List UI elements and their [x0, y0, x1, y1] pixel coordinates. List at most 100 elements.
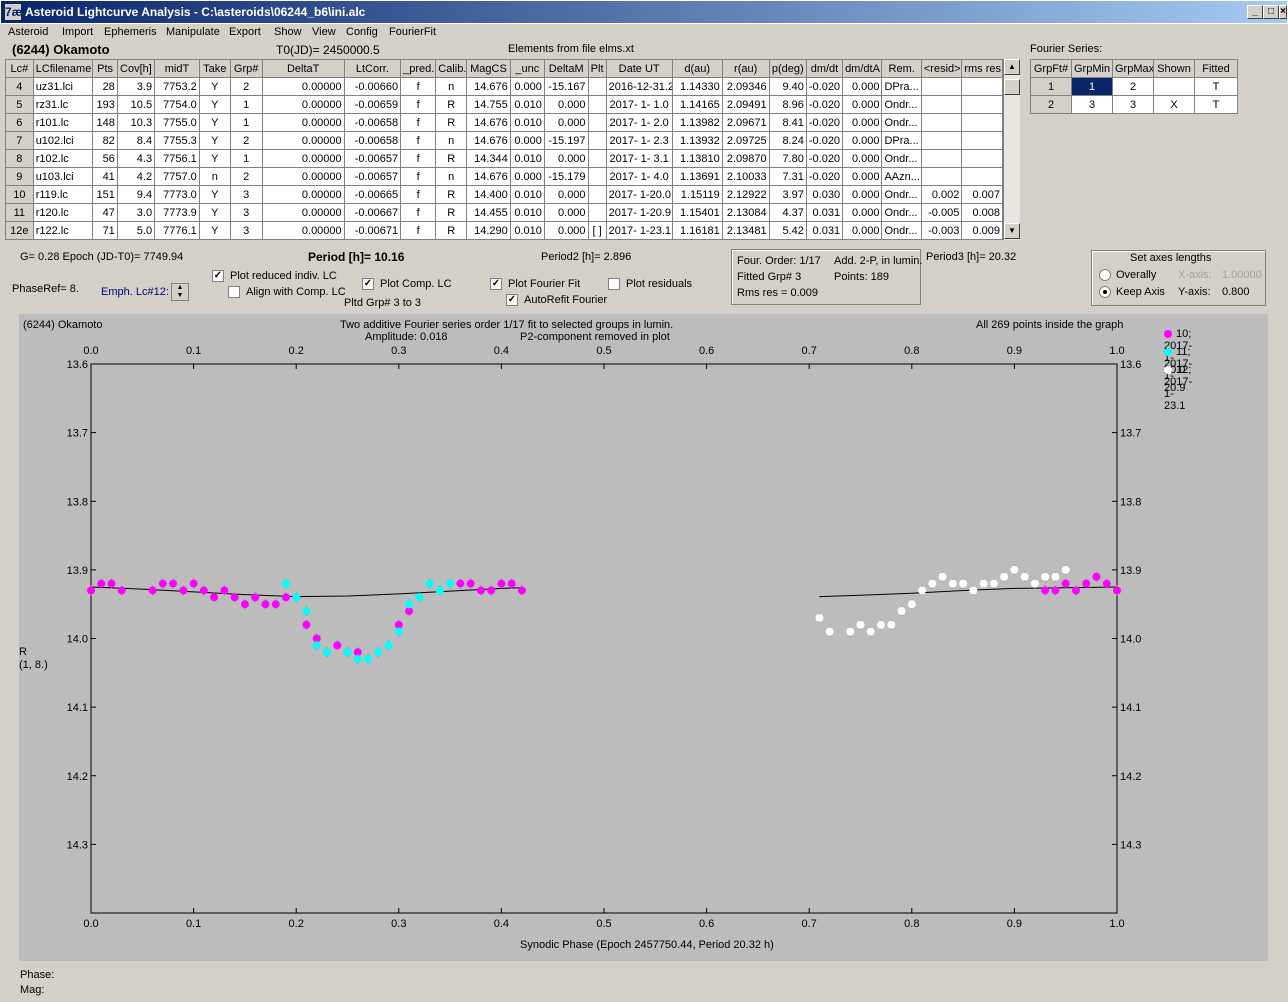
table-cell[interactable]: 1.13982 [671, 113, 723, 132]
table-cell[interactable]: 14.676 [466, 113, 511, 132]
table-cell[interactable]: n [435, 77, 468, 96]
row-header[interactable]: 4 [5, 77, 34, 96]
overally-radio[interactable] [1099, 269, 1111, 281]
table-cell[interactable]: 2 [229, 131, 263, 150]
column-header[interactable]: Lc# [5, 59, 34, 78]
table-cell[interactable]: n [435, 167, 468, 186]
table-cell[interactable]: 7756.1 [154, 149, 200, 168]
table-cell[interactable]: DPra... [881, 131, 922, 150]
table-cell[interactable]: 10.3 [116, 113, 156, 132]
table-cell[interactable]: 0.00000 [261, 113, 345, 132]
table-cell[interactable]: 2016-12-31.2 [605, 77, 673, 96]
menu-export[interactable]: Export [229, 26, 261, 38]
table-cell[interactable]: r120.lc [32, 203, 94, 222]
table-cell[interactable]: 2.13084 [721, 203, 770, 222]
table-cell[interactable]: Y [198, 131, 231, 150]
table-cell[interactable]: 2.12922 [721, 185, 770, 204]
table-cell[interactable]: n [435, 131, 468, 150]
menu-config[interactable]: Config [346, 26, 378, 38]
table-cell[interactable]: -0.005 [920, 203, 963, 222]
table-cell[interactable]: 1.14330 [671, 77, 723, 96]
table-cell[interactable]: 2017- 1-23.1 [605, 221, 673, 240]
table-cell[interactable]: -0.00658 [343, 113, 402, 132]
table-cell[interactable]: uz31.lci [32, 77, 94, 96]
table-cell[interactable] [587, 131, 607, 150]
table-cell[interactable] [587, 95, 607, 114]
table-cell[interactable]: Ondr... [881, 221, 922, 240]
table-cell[interactable]: 1.16181 [671, 221, 723, 240]
menu-fourierfit[interactable]: FourierFit [389, 26, 436, 38]
table-cell[interactable]: Y [198, 149, 231, 168]
table-cell[interactable]: 0.000 [509, 131, 545, 150]
table-cell[interactable]: 2.09491 [721, 95, 770, 114]
table-cell[interactable]: 4.37 [768, 203, 807, 222]
table-cell[interactable]: -15.179 [543, 167, 589, 186]
table-cell[interactable]: rz31.lc [32, 95, 94, 114]
column-header[interactable]: p(deg) [768, 59, 807, 78]
column-header[interactable]: <resid> [920, 59, 963, 78]
column-header[interactable]: d(au) [671, 59, 723, 78]
table-cell[interactable]: 0.00000 [261, 167, 345, 186]
table-cell[interactable]: 9.4 [116, 185, 156, 204]
table-cell[interactable]: n [198, 167, 231, 186]
table-cell[interactable]: 7.80 [768, 149, 807, 168]
table-cell[interactable]: Y [198, 203, 231, 222]
table-cell[interactable]: 71 [92, 221, 118, 240]
table-cell[interactable]: 0.000 [543, 221, 589, 240]
table-cell[interactable]: R [435, 113, 468, 132]
menu-show[interactable]: Show [274, 26, 302, 38]
table-cell[interactable]: 0.000 [842, 203, 883, 222]
table-cell[interactable]: R [435, 95, 468, 114]
scroll-up-icon[interactable]: ▲ [1004, 59, 1020, 75]
table-cell[interactable]: 1.13691 [671, 167, 723, 186]
column-header[interactable]: Take [198, 59, 231, 78]
fourier-table[interactable]: GrpFt# GrpMin GrpMax Shown Fitted 1 1 2 T 2 3 3 X T [1030, 59, 1238, 114]
menu-import[interactable]: Import [62, 26, 93, 38]
table-cell[interactable]: 2 [229, 167, 263, 186]
table-cell[interactable]: 14.676 [466, 77, 511, 96]
table-cell[interactable] [961, 77, 1003, 96]
table-cell[interactable]: 3.0 [116, 203, 156, 222]
column-header[interactable]: dm/dt [805, 59, 844, 78]
table-row[interactable]: 6 r101.lc 148 10.3 7755.0 Y 1 0.00000 -0.00658 f R… [5, 113, 1003, 132]
close-button[interactable]: × [1279, 5, 1287, 19]
table-cell[interactable]: 0.000 [509, 77, 545, 96]
table-cell[interactable]: 8.24 [768, 131, 807, 150]
table-cell[interactable]: 0.000 [543, 113, 589, 132]
table-cell[interactable]: 0.000 [842, 149, 883, 168]
column-header[interactable]: Cov[h] [116, 59, 156, 78]
table-cell[interactable]: 82 [92, 131, 118, 150]
table-cell[interactable]: f [400, 95, 437, 114]
table-cell[interactable]: r119.lc [32, 185, 94, 204]
table-row[interactable]: 4 uz31.lci 28 3.9 7753.2 Y 2 0.00000 -0.00660 f n 1… [5, 77, 1003, 96]
table-cell[interactable]: 3 [229, 221, 263, 240]
table-cell[interactable]: 0.010 [509, 185, 545, 204]
table-cell[interactable]: Y [198, 113, 231, 132]
table-cell[interactable]: -0.020 [805, 77, 844, 96]
table-cell[interactable]: 7755.0 [154, 113, 200, 132]
table-cell[interactable]: -0.020 [805, 95, 844, 114]
table-cell[interactable]: 0.000 [543, 185, 589, 204]
table-cell[interactable]: 0.00000 [261, 185, 345, 204]
table-cell[interactable]: 0.00000 [261, 77, 345, 96]
table-cell[interactable]: 0.002 [920, 185, 963, 204]
table-cell[interactable]: 1 [229, 113, 263, 132]
table-cell[interactable]: Y [198, 95, 231, 114]
table-cell[interactable]: 0.00000 [261, 95, 345, 114]
table-cell[interactable]: f [400, 185, 437, 204]
table-cell[interactable]: 8.4 [116, 131, 156, 150]
column-header[interactable]: Pts [92, 59, 118, 78]
row-header[interactable]: 12e [5, 221, 34, 240]
table-cell[interactable]: 0.010 [509, 149, 545, 168]
table-cell[interactable]: -0.020 [805, 167, 844, 186]
table-cell[interactable]: R [435, 203, 468, 222]
table-cell[interactable]: 2.13481 [721, 221, 770, 240]
lightcurve-table[interactable]: Lc# LCfilename Pts Cov[h] midT Take Grp# DeltaT… [5, 59, 1003, 240]
table-cell[interactable]: -0.00657 [343, 167, 402, 186]
maximize-button[interactable]: □ [1263, 5, 1279, 19]
row-header[interactable]: 9 [5, 167, 34, 186]
table-row[interactable]: 233XT [1030, 95, 1238, 114]
table-cell[interactable]: X [1153, 95, 1195, 114]
table-cell[interactable]: 8.96 [768, 95, 807, 114]
table-cell[interactable]: 0.007 [961, 185, 1003, 204]
